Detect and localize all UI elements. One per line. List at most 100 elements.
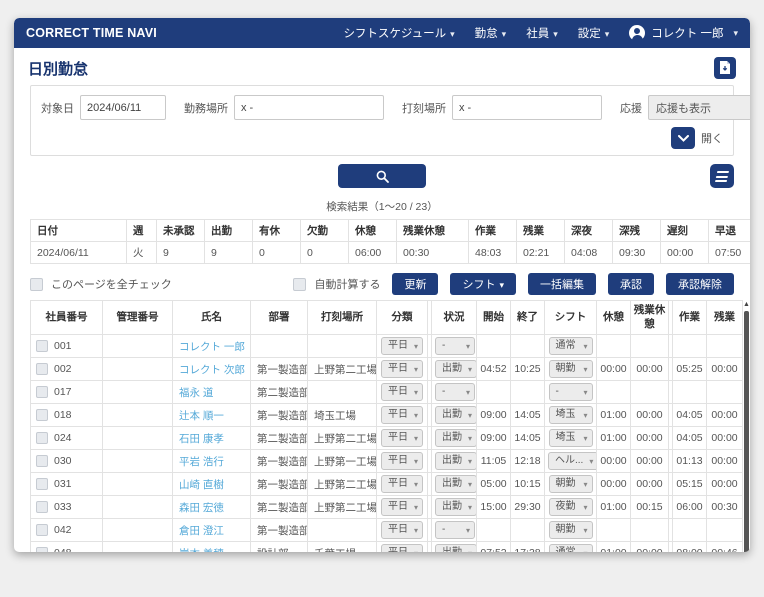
status-cell: 出勤 <box>431 472 477 496</box>
row-checkbox[interactable] <box>36 363 48 376</box>
shift-select[interactable]: ヘル... <box>548 452 596 470</box>
employee-name-link[interactable]: コレクト 次郎 <box>179 364 245 376</box>
status-select[interactable]: 出勤 <box>435 475 476 493</box>
scrollbar-thumb[interactable] <box>743 311 749 552</box>
work-place-input[interactable] <box>234 95 384 120</box>
user-menu[interactable]: コレクト 一郎 <box>629 25 738 41</box>
employee-name-link[interactable]: 倉田 澄江 <box>179 525 224 537</box>
nav-menu-shain[interactable]: 社員 <box>526 25 558 41</box>
status-select[interactable]: 出勤 <box>435 452 476 470</box>
status-select[interactable]: 出勤 <box>435 360 476 378</box>
category-select[interactable]: 平日 <box>381 406 423 424</box>
search-button[interactable] <box>338 164 426 188</box>
management-number-cell <box>102 518 173 542</box>
shift-select[interactable]: 埼玉 <box>548 429 593 447</box>
shift-select[interactable]: 朝勤 <box>548 475 593 493</box>
category-select[interactable]: 平日 <box>381 337 423 355</box>
department-cell: 第一製造部 <box>250 449 308 473</box>
overtime-rest-cell: 00:00 <box>630 472 669 496</box>
category-select[interactable]: 平日 <box>381 498 423 516</box>
punch-place-input[interactable] <box>452 95 602 120</box>
category-select-value: 平日 <box>388 363 408 374</box>
status-select[interactable]: 出勤 <box>435 544 476 552</box>
employee-id: 002 <box>54 362 72 375</box>
status-select[interactable]: 出勤 <box>435 406 476 424</box>
category-select[interactable]: 平日 <box>381 360 423 378</box>
shift-select[interactable]: 埼玉 <box>548 406 593 424</box>
shift-menu-button[interactable]: シフト <box>450 273 516 295</box>
shift-select[interactable]: 朝勤 <box>548 521 593 539</box>
employee-name-link[interactable]: 辻本 順一 <box>179 410 224 422</box>
shift-select[interactable]: 朝勤 <box>548 360 593 378</box>
shift-select[interactable]: - <box>548 383 593 401</box>
employee-name-link[interactable]: 平岩 浩行 <box>179 456 224 468</box>
row-checkbox[interactable] <box>36 547 48 552</box>
employee-id: 001 <box>54 339 72 352</box>
attendance-col-header: 分類 <box>376 300 428 335</box>
attendance-col-header: 部署 <box>250 300 308 335</box>
status-select[interactable]: 出勤 <box>435 429 476 447</box>
summary-value-cell: 09:30 <box>612 241 661 264</box>
category-select[interactable]: 平日 <box>381 544 423 552</box>
employee-name-link[interactable]: コレクト 一郎 <box>179 341 245 353</box>
support-select[interactable]: 応援も表示 <box>648 95 750 120</box>
employee-name-link[interactable]: 福永 道 <box>179 387 213 399</box>
status-select-value: 出勤 <box>442 501 462 512</box>
export-icon <box>720 61 730 74</box>
check-all-checkbox[interactable] <box>30 277 43 291</box>
chevron-down-icon <box>677 134 689 142</box>
overtime-rest-cell: 00:00 <box>630 541 669 552</box>
shift-select[interactable]: 通常 <box>548 544 593 552</box>
employee-name-cell: 森田 宏徳 <box>172 495 251 519</box>
table-row: 018辻本 順一第一製造部埼玉工場平日出勤09:0014:05埼玉01:0000… <box>30 403 743 427</box>
scroll-up-icon[interactable]: ▲ <box>743 301 750 309</box>
status-select[interactable]: - <box>435 521 475 539</box>
nav-menu-settei[interactable]: 設定 <box>578 25 610 41</box>
management-number-cell <box>102 380 173 404</box>
employee-name-link[interactable]: 森田 宏徳 <box>179 502 224 514</box>
vertical-scrollbar[interactable]: ▲ <box>743 300 750 552</box>
status-cell: - <box>431 518 477 542</box>
page-title: 日別勤怠 <box>28 60 89 78</box>
row-checkbox[interactable] <box>36 501 48 514</box>
row-checkbox[interactable] <box>36 524 48 537</box>
row-checkbox[interactable] <box>36 432 48 445</box>
row-checkbox[interactable] <box>36 386 48 399</box>
bulk-edit-button[interactable]: 一括編集 <box>528 273 596 295</box>
summary-row: 2024/06/11 火 9 9 0 0 06:00 00:30 48:03 02:21 04:08… <box>30 241 750 264</box>
status-select-value: 出勤 <box>442 432 462 443</box>
summary-col-header: 遅刻 <box>660 219 709 242</box>
row-checkbox[interactable] <box>36 409 48 422</box>
category-select[interactable]: 平日 <box>381 383 423 401</box>
employee-name-link[interactable]: 石田 康孝 <box>179 433 224 445</box>
employee-name-cell: 倉田 澄江 <box>172 518 251 542</box>
row-checkbox[interactable] <box>36 455 48 468</box>
shift-select[interactable]: 夜勤 <box>548 498 593 516</box>
overtime-rest-cell <box>630 518 669 542</box>
row-checkbox[interactable] <box>36 340 48 353</box>
list-menu-button[interactable] <box>710 164 734 188</box>
category-select[interactable]: 平日 <box>381 475 423 493</box>
nav-menu-kintai[interactable]: 勤怠 <box>475 25 507 41</box>
unapprove-button[interactable]: 承認解除 <box>666 273 734 295</box>
employee-name-link[interactable]: 山崎 直樹 <box>179 479 224 491</box>
support-label: 応援 <box>620 102 642 115</box>
export-button[interactable] <box>714 57 736 79</box>
approve-button[interactable]: 承認 <box>608 273 654 295</box>
status-select[interactable]: 出勤 <box>435 498 476 516</box>
status-select[interactable]: - <box>435 383 475 401</box>
auto-calc-checkbox[interactable] <box>293 277 307 291</box>
employee-id-cell: 030 <box>30 449 103 473</box>
category-select[interactable]: 平日 <box>381 452 423 470</box>
shift-select[interactable]: 通常 <box>548 337 593 355</box>
row-checkbox[interactable] <box>36 478 48 491</box>
target-date-input[interactable] <box>80 95 166 120</box>
expand-button[interactable] <box>671 127 695 149</box>
status-select[interactable]: - <box>435 337 475 355</box>
employee-name-link[interactable]: 岸本 美穂 <box>179 548 224 553</box>
category-select[interactable]: 平日 <box>381 521 423 539</box>
search-filter-panel: 対象日 勤務場所 打刻場所 応援 応援も表示 <box>30 85 750 156</box>
nav-menu-shift-schedule[interactable]: シフトスケジュール <box>343 25 454 41</box>
category-select[interactable]: 平日 <box>381 429 423 447</box>
update-button[interactable]: 更新 <box>392 273 439 295</box>
